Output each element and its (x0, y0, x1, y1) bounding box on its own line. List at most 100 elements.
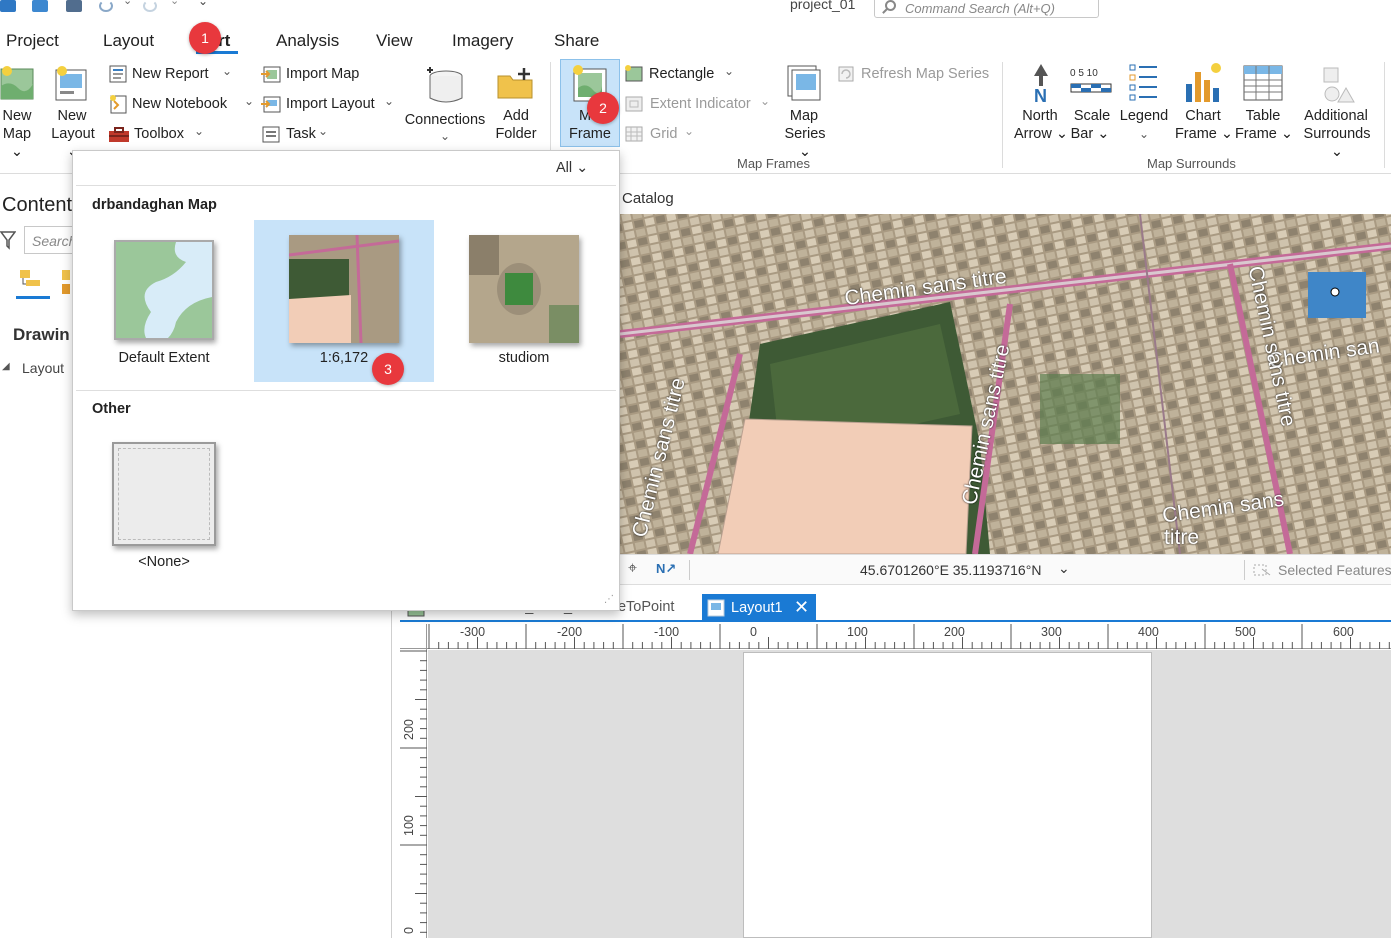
ruler-label: 600 (1333, 625, 1354, 639)
tab-analysis[interactable]: Analysis (276, 31, 339, 51)
import-map-button[interactable]: Import Map (258, 64, 378, 86)
svg-text:N: N (1034, 86, 1047, 104)
north-arrow-label-1: North (1022, 108, 1058, 124)
gallery-filter-label: All (556, 160, 573, 176)
save-icon[interactable] (66, 0, 82, 12)
new-layout-button[interactable]: New Layout ⌄ (44, 62, 100, 160)
rectangle-button[interactable]: Rectangle ⌄ (624, 64, 744, 86)
redo-icon[interactable] (143, 0, 157, 12)
gallery-item-default-extent[interactable]: Default Extent (74, 220, 254, 382)
database-icon (427, 67, 463, 103)
customize-qat-icon[interactable]: ⌄ (198, 0, 208, 8)
new-map-label-1: New (2, 108, 32, 124)
gallery-divider (76, 390, 616, 391)
status-separator (689, 560, 690, 580)
refresh-map-series-button[interactable]: Refresh Map Series (836, 64, 996, 86)
legend-icon (1129, 64, 1157, 101)
ruler-label: -300 (460, 625, 486, 639)
layout-tree-item[interactable]: Layout (22, 360, 64, 376)
scale-bar-label-1: Scale (1073, 108, 1111, 124)
filter-icon[interactable] (0, 230, 16, 250)
tab-layout1[interactable]: Layout1 ✕ (702, 594, 816, 622)
open-project-icon[interactable] (32, 0, 48, 12)
contents-pane-title: Content (2, 194, 73, 216)
add-folder-button[interactable]: Add Folder (490, 64, 542, 146)
chart-frame-label-2: Frame (1174, 126, 1217, 142)
tab-layout[interactable]: Layout (103, 31, 154, 51)
chart-frame-button[interactable]: Chart Frame ⌄ (1174, 62, 1233, 146)
close-icon[interactable]: ✕ (794, 597, 809, 618)
extent-indicator-icon (625, 96, 643, 112)
coordinate-format-dropdown-icon[interactable]: ⌄ (1058, 560, 1070, 577)
legend-label: Legend (1119, 108, 1169, 124)
legend-button[interactable]: Legend ⌄ (1118, 62, 1170, 146)
north-arrow-label-2: Arrow (1013, 126, 1052, 142)
chevron-down-icon: ⌄ (684, 124, 695, 138)
undo-dropdown-icon[interactable]: ⌄ (123, 0, 132, 7)
gallery-filter-dropdown[interactable]: All ⌄ (556, 160, 588, 176)
ruler-label: -200 (557, 625, 583, 639)
ruler-label: 0 (750, 625, 757, 639)
tab-imagery[interactable]: Imagery (452, 31, 513, 51)
map-series-button[interactable]: Map Series ⌄ (778, 64, 830, 160)
extent-indicator-button[interactable]: Extent Indicator ⌄ (624, 94, 774, 116)
toolbox-button[interactable]: Toolbox ⌄ (106, 124, 216, 146)
map-view[interactable]: Chemin sans titre Chemin sans titre Chem… (620, 214, 1391, 554)
command-search-input[interactable]: Command Search (Alt+Q) (874, 0, 1099, 18)
ruler-label: 200 (402, 719, 416, 740)
tab-catalog[interactable]: Catalog (622, 190, 674, 207)
tab-project[interactable]: Project (6, 31, 59, 51)
new-map-icon (0, 66, 34, 100)
connections-button[interactable]: Connections ⌄ (400, 64, 490, 146)
gallery-item-label: studiom (498, 350, 550, 366)
tab-view[interactable]: View (376, 31, 413, 51)
table-frame-icon (1243, 65, 1283, 101)
collapse-triangle-icon[interactable]: ◢ (2, 361, 10, 372)
list-by-drawing-order-icon[interactable] (16, 268, 50, 300)
ruler-ticks (400, 650, 427, 933)
vertical-ruler[interactable] (400, 649, 427, 938)
group-label-map-frames: Map Frames (737, 156, 810, 171)
undo-icon[interactable] (99, 0, 113, 12)
table-frame-button[interactable]: Table Frame ⌄ (1234, 62, 1293, 146)
selected-features-icon (1253, 564, 1271, 576)
grid-button[interactable]: Grid ⌄ (624, 124, 704, 146)
resize-grip-icon[interactable]: ⋰ (604, 594, 614, 605)
table-frame-label-1: Table (1245, 108, 1281, 124)
gallery-item-scale-bookmark[interactable]: 1:6,172 (254, 220, 434, 382)
new-layout-icon (55, 66, 87, 101)
coordinate-readout: 45.6701260°E 35.1193716°N (860, 562, 1042, 578)
list-by-source-icon[interactable] (60, 268, 72, 296)
north-arrow-button[interactable]: N North Arrow ⌄ (1012, 62, 1068, 146)
tab-share[interactable]: Share (554, 31, 599, 51)
new-layout-label-1: New (57, 108, 87, 124)
step-badge: 3 (372, 353, 404, 385)
redo-dropdown-icon[interactable]: ⌄ (170, 0, 179, 7)
layout-icon (707, 599, 725, 617)
step-badge: 2 (587, 92, 619, 124)
north-rotation-icon[interactable]: N↗ (656, 561, 676, 577)
new-project-icon[interactable] (0, 0, 16, 12)
scale-bar-label-2: Bar (1070, 126, 1094, 142)
new-map-button[interactable]: New Map ⌄ (0, 62, 40, 160)
gallery-item-studiom[interactable]: studiom (434, 220, 614, 382)
additional-surrounds-button[interactable]: Additional Surrounds ⌄ (1296, 62, 1376, 160)
additional-surrounds-label-2: Surrounds (1303, 126, 1371, 142)
import-layout-button[interactable]: Import Layout ⌄ (258, 94, 398, 116)
satellite-thumbnail (469, 235, 579, 343)
ruler-corner (400, 624, 427, 649)
contents-search-placeholder: Search (32, 233, 77, 249)
scale-bar-button[interactable]: 0 5 10 Scale Bar ⌄ (1068, 62, 1116, 146)
new-report-button[interactable]: New Report ⌄ (106, 64, 236, 86)
gallery-item-none[interactable]: <None> (74, 424, 254, 586)
grid-label: Grid (650, 126, 678, 142)
task-button[interactable]: Task ⌄ (258, 124, 338, 146)
layout-page[interactable] (743, 652, 1152, 938)
new-notebook-label: New Notebook (132, 96, 228, 112)
crosshair-icon[interactable]: ⌖ (628, 560, 637, 578)
chart-frame-label-1: Chart (1185, 108, 1221, 124)
folder-add-icon (497, 68, 533, 99)
new-notebook-button[interactable]: New Notebook ⌄ (106, 94, 256, 116)
table-frame-label-2: Frame (1234, 126, 1277, 142)
refresh-icon (838, 66, 854, 82)
